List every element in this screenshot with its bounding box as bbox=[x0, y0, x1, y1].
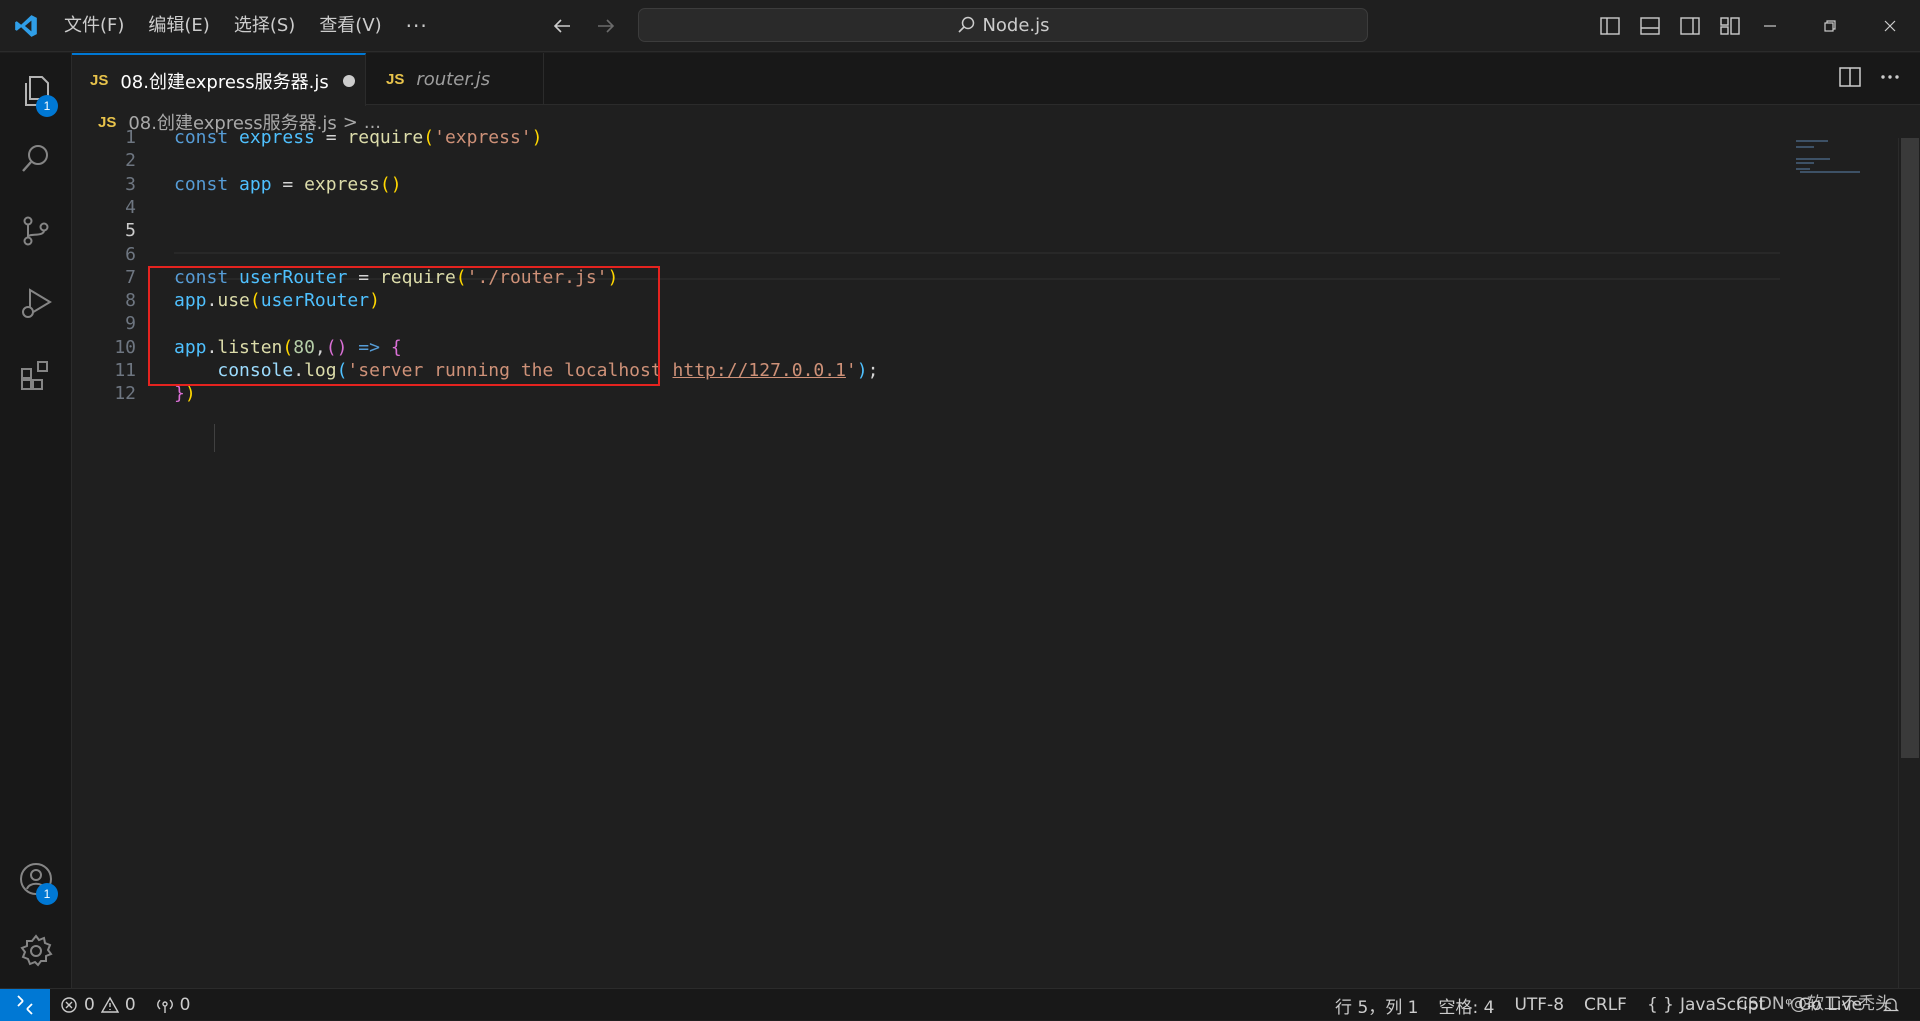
code-token: express bbox=[304, 174, 380, 195]
settings-gear-icon[interactable] bbox=[0, 917, 72, 985]
problems-indicator[interactable]: 0 0 bbox=[50, 995, 146, 1015]
ports-count: 0 bbox=[179, 994, 191, 1015]
line-number: 12 bbox=[114, 383, 136, 404]
code-token: ; bbox=[867, 360, 879, 381]
activity-bar: 1 1 bbox=[0, 53, 72, 988]
js-file-icon: JS bbox=[386, 70, 405, 88]
broadcast-icon bbox=[156, 999, 173, 1013]
search-icon[interactable] bbox=[0, 125, 72, 193]
menu-view[interactable]: 查看(V) bbox=[307, 10, 393, 42]
code-token: ) bbox=[184, 383, 196, 404]
code-token: 'express' bbox=[434, 127, 532, 148]
indent-guide bbox=[214, 424, 215, 452]
close-icon[interactable] bbox=[1860, 0, 1920, 52]
code-token: const bbox=[174, 127, 240, 148]
code-token: const bbox=[174, 174, 240, 195]
warning-icon bbox=[100, 996, 119, 1013]
scrollbar-thumb[interactable] bbox=[1901, 138, 1919, 758]
tab-08-express-server[interactable]: JS 08.创建express服务器.js bbox=[72, 53, 366, 106]
status-bar: 0 0 0 行 5，列 1 空格: 4 UTF-8 CRLF { } JavaS… bbox=[0, 988, 1920, 1021]
code-token: () bbox=[379, 174, 402, 195]
remote-indicator-icon[interactable] bbox=[0, 988, 50, 1021]
explorer-icon[interactable]: 1 bbox=[0, 57, 72, 125]
source-control-icon[interactable] bbox=[0, 197, 72, 265]
js-file-icon: JS bbox=[90, 72, 109, 89]
menu-selection[interactable]: 选择(S) bbox=[222, 10, 307, 42]
annotation-red-box bbox=[148, 266, 660, 386]
braces-icon: { } bbox=[1646, 995, 1674, 1015]
code-token: = bbox=[314, 127, 348, 148]
warning-count: 0 bbox=[124, 994, 136, 1015]
back-arrow-icon[interactable] bbox=[548, 12, 576, 40]
window-controls bbox=[1740, 0, 1920, 52]
code-token: ) bbox=[531, 127, 543, 148]
code-editor[interactable]: 1 const express = require('express') 2 3 con… bbox=[72, 127, 1920, 988]
cursor-position[interactable]: 行 5，列 1 bbox=[1325, 993, 1428, 1018]
menu-more-button[interactable]: ··· bbox=[394, 10, 440, 42]
vertical-scrollbar[interactable] bbox=[1898, 138, 1920, 988]
watermark: CSDN @软工不秃头 bbox=[1736, 994, 1892, 1014]
code-token: ( bbox=[423, 127, 435, 148]
layout-controls bbox=[1596, 12, 1744, 40]
split-editor-icon[interactable] bbox=[1838, 65, 1862, 93]
error-icon bbox=[61, 996, 77, 1013]
accounts-icon[interactable]: 1 bbox=[0, 845, 72, 913]
code-token: ' bbox=[845, 360, 857, 381]
menu-edit[interactable]: 编辑(E) bbox=[136, 10, 221, 42]
menu-file[interactable]: 文件(F) bbox=[52, 10, 136, 42]
tab-label: router.js bbox=[416, 68, 491, 90]
more-actions-icon[interactable] bbox=[1878, 65, 1902, 93]
code-token: express bbox=[239, 127, 315, 148]
command-center-label: Node.js bbox=[982, 14, 1050, 36]
explorer-badge: 1 bbox=[36, 95, 58, 117]
encoding[interactable]: UTF-8 bbox=[1504, 995, 1574, 1015]
end-of-line[interactable]: CRLF bbox=[1574, 995, 1637, 1015]
vscode-logo-icon bbox=[0, 0, 52, 52]
code-token: ) bbox=[856, 360, 868, 381]
minimize-icon[interactable] bbox=[1740, 0, 1800, 52]
indentation[interactable]: 空格: 4 bbox=[1429, 993, 1505, 1018]
command-center-search[interactable]: Node.js bbox=[638, 8, 1368, 42]
editor-actions bbox=[1838, 65, 1902, 93]
tab-router-js[interactable]: JS router.js bbox=[366, 53, 544, 105]
code-token: app bbox=[239, 174, 272, 195]
ports-indicator[interactable]: 0 bbox=[146, 995, 201, 1015]
run-debug-icon[interactable] bbox=[0, 269, 72, 337]
restore-icon[interactable] bbox=[1800, 0, 1860, 52]
unsaved-dot-icon[interactable] bbox=[342, 74, 355, 87]
toggle-primary-sidebar-icon[interactable] bbox=[1596, 12, 1624, 40]
toggle-panel-icon[interactable] bbox=[1636, 12, 1664, 40]
extensions-icon[interactable] bbox=[0, 341, 72, 409]
code-token: require bbox=[347, 127, 424, 148]
editor-tabs: JS 08.创建express服务器.js JS router.js bbox=[72, 53, 1920, 106]
forward-arrow-icon[interactable] bbox=[592, 12, 620, 40]
search-icon bbox=[958, 16, 975, 33]
code-token: } bbox=[174, 383, 185, 404]
accounts-badge: 1 bbox=[36, 883, 58, 905]
menu-bar: 文件(F) 编辑(E) 选择(S) 查看(V) ··· bbox=[52, 0, 440, 52]
error-count: 0 bbox=[84, 994, 95, 1015]
code-token: http://127.0.0.1 bbox=[672, 360, 846, 381]
minimap[interactable] bbox=[1794, 138, 1864, 178]
toggle-secondary-sidebar-icon[interactable] bbox=[1676, 12, 1704, 40]
tab-label: 08.创建express服务器.js bbox=[120, 71, 329, 93]
navigation-arrows bbox=[548, 12, 620, 40]
code-token: = bbox=[271, 174, 305, 195]
title-bar: 文件(F) 编辑(E) 选择(S) 查看(V) ··· Node.js bbox=[0, 0, 1920, 52]
